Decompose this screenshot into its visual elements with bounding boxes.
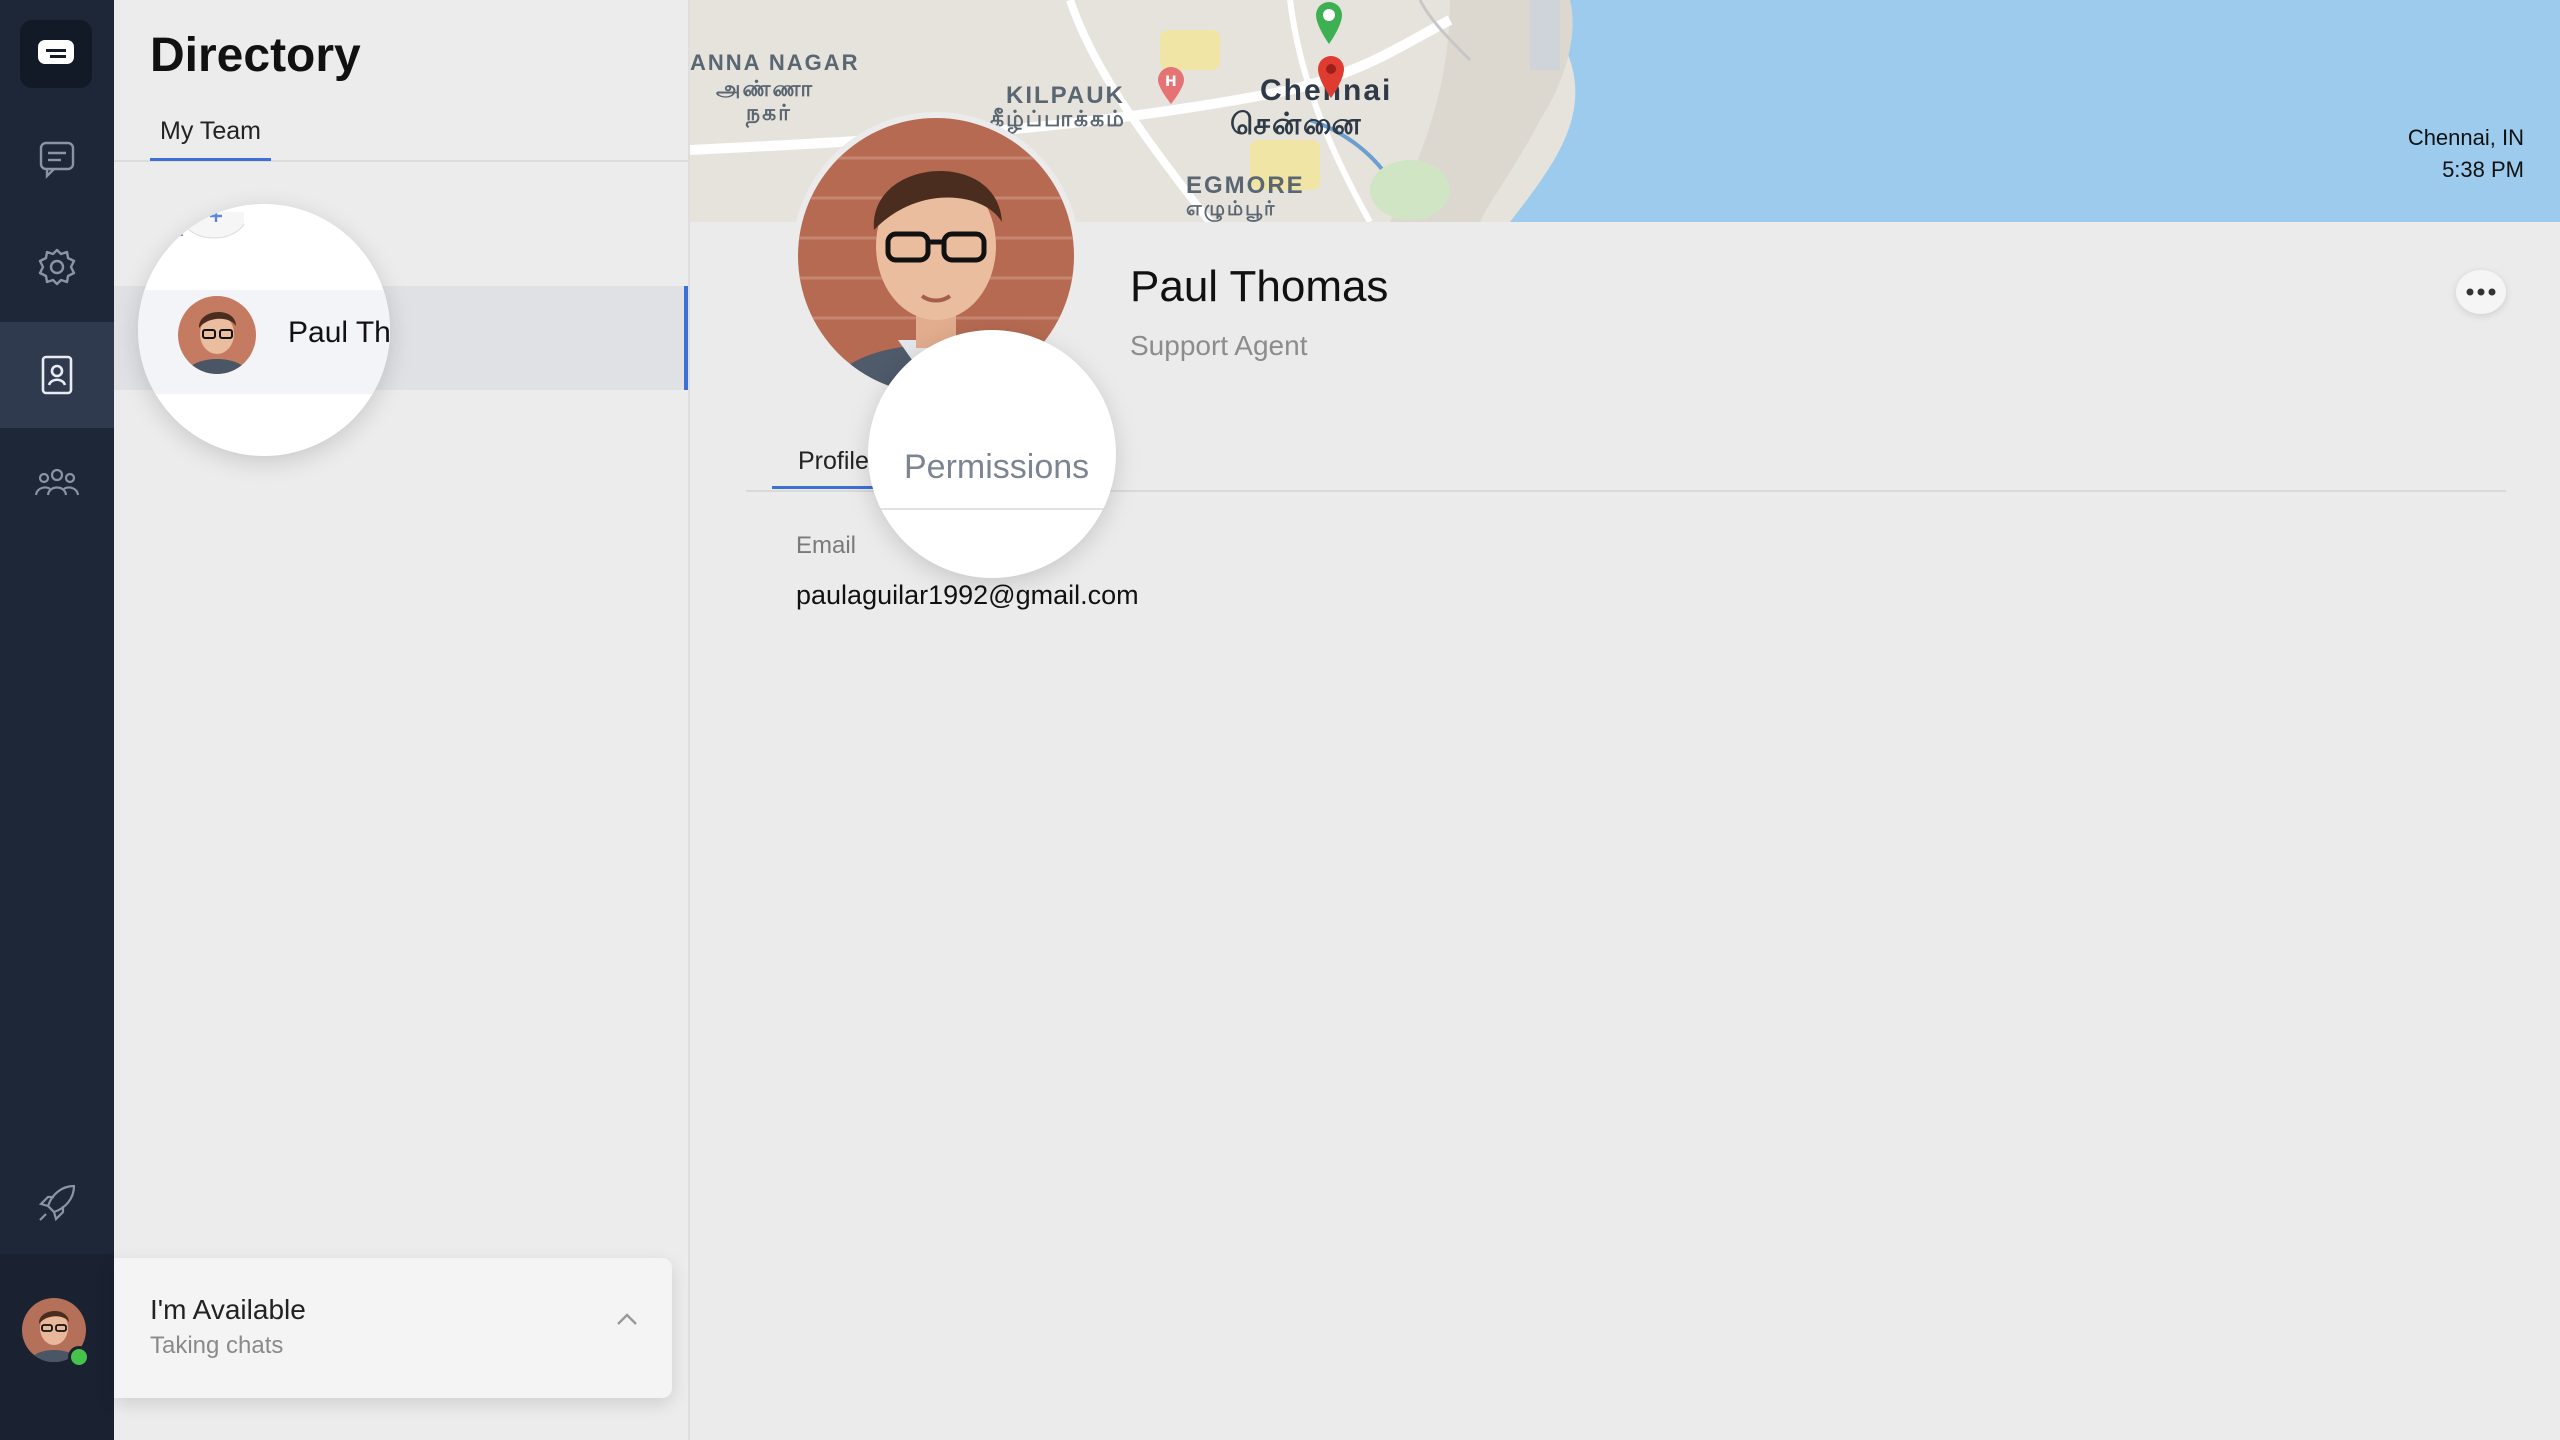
icon-rail	[0, 0, 114, 1440]
team-icon	[34, 465, 80, 501]
sidebar-item-chats[interactable]	[0, 106, 114, 212]
directory-panel: Directory My Team ople Paul Th Paul Th	[114, 0, 690, 1440]
profile-detail: ANNA NAGAR அண்ணா நகர் KILPAUK கீழ்ப்பாக்…	[690, 0, 2560, 1440]
more-options-button[interactable]	[2456, 270, 2506, 314]
location-pin-icon	[1316, 54, 1346, 105]
chat-bubble-icon	[37, 139, 77, 179]
tab-divider	[868, 508, 1116, 510]
gear-icon	[36, 246, 78, 288]
profile-name: Paul Thomas	[1130, 262, 1389, 311]
local-time: Chennai, IN 5:38 PM	[2408, 122, 2524, 186]
magnifier-lens: Paul Th	[138, 204, 390, 456]
time-label: 5:38 PM	[2442, 157, 2524, 182]
email-value: paulaguilar1992@gmail.com	[796, 580, 1139, 610]
app-logo-icon[interactable]	[20, 20, 92, 88]
add-person-icon	[164, 204, 247, 252]
svg-text:H: H	[1165, 74, 1177, 90]
map-label: எழும்பூர்	[1186, 198, 1277, 220]
map-label: EGMORE	[1186, 172, 1305, 199]
magnified-tab-permissions[interactable]: Permissions	[904, 448, 1089, 487]
profile-role: Support Agent	[1130, 330, 1308, 361]
availability-subtitle: Taking chats	[150, 1332, 284, 1359]
map-label: ANNA NAGAR	[690, 50, 860, 75]
rocket-icon	[36, 1182, 78, 1224]
map-label: கீழ்ப்பாக்கம்	[990, 106, 1126, 131]
availability-card[interactable]: I'm Available Taking chats	[114, 1258, 672, 1398]
map-label: நகர்	[746, 100, 792, 125]
magnified-person-name: Paul Th	[288, 316, 390, 349]
email-label: Email	[796, 532, 857, 559]
directory-tabs: My Team	[114, 112, 688, 162]
magnifier-lens: Permissions	[868, 330, 1116, 578]
online-status-dot	[68, 1346, 90, 1368]
sidebar-item-launch[interactable]	[0, 1150, 114, 1256]
park-pin-icon	[1314, 0, 1344, 51]
tab-my-team[interactable]: My Team	[150, 112, 271, 161]
location-label: Chennai, IN	[2407, 125, 2524, 150]
hospital-pin-icon: H	[1156, 66, 1186, 111]
map-label: சென்னை	[1230, 108, 1363, 141]
sidebar-item-teams[interactable]	[0, 430, 114, 536]
contact-book-icon	[39, 354, 75, 396]
sidebar-item-settings[interactable]	[0, 214, 114, 320]
avatar	[178, 296, 256, 374]
sidebar-item-directory[interactable]	[0, 322, 114, 428]
chevron-up-icon[interactable]	[616, 1312, 638, 1331]
ellipsis-icon	[2466, 283, 2496, 301]
availability-title: I'm Available	[150, 1294, 306, 1325]
page-title: Directory	[150, 29, 361, 82]
